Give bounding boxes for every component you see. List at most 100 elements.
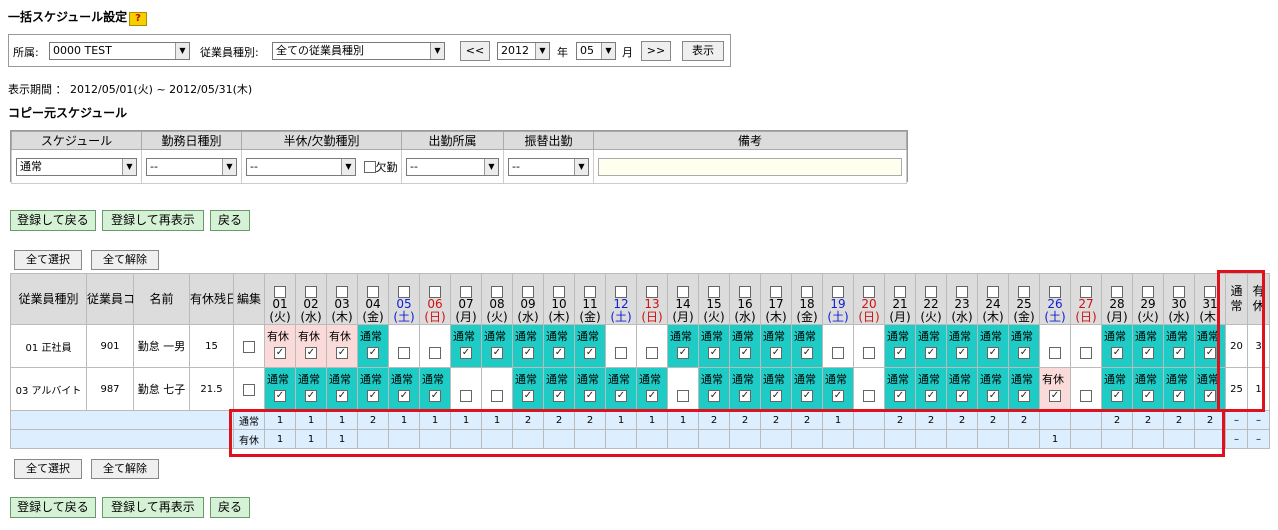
day-select-checkbox[interactable] <box>739 285 751 298</box>
schedule-checkbox[interactable] <box>863 347 875 359</box>
absent-checkbox[interactable] <box>363 160 376 173</box>
day-select-checkbox[interactable] <box>398 285 410 298</box>
back-button-bottom[interactable]: 戻る <box>210 497 250 518</box>
day-select-checkbox[interactable] <box>646 285 658 298</box>
schedule-cell[interactable]: 通常 ✓ <box>946 367 978 411</box>
day-select-checkbox[interactable] <box>553 285 565 298</box>
schedule-checkbox[interactable]: ✓ <box>894 347 906 359</box>
schedule-cell[interactable]: 通常 ✓ <box>822 367 854 411</box>
schedule-cell[interactable]: 通常 ✓ <box>915 367 947 411</box>
schedule-cell[interactable] <box>1070 367 1102 411</box>
month-select[interactable]: 05 ▼ <box>576 42 616 60</box>
schedule-cell[interactable]: 有休 ✓ <box>326 324 358 368</box>
day-select-checkbox[interactable] <box>956 285 968 298</box>
schedule-checkbox[interactable] <box>615 347 627 359</box>
day-select-checkbox[interactable] <box>1142 285 1154 298</box>
day-select-checkbox[interactable] <box>491 285 503 298</box>
schedule-cell[interactable]: 通常 ✓ <box>543 324 575 368</box>
schedule-checkbox[interactable]: ✓ <box>739 347 751 359</box>
schedule-checkbox[interactable]: ✓ <box>987 390 999 402</box>
day-select-checkbox[interactable] <box>336 285 348 298</box>
schedule-cell[interactable]: 通常 ✓ <box>1101 324 1133 368</box>
deselect-all-button-bottom[interactable]: 全て解除 <box>91 459 159 479</box>
schedule-checkbox[interactable]: ✓ <box>708 347 720 359</box>
employee-type-select[interactable]: 全ての従業員種別 ▼ <box>272 42 445 60</box>
schedule-checkbox[interactable] <box>429 347 441 359</box>
schedule-cell[interactable] <box>1039 324 1071 368</box>
schedule-checkbox[interactable]: ✓ <box>894 390 906 402</box>
day-select-checkbox[interactable] <box>677 285 689 298</box>
schedule-checkbox[interactable]: ✓ <box>677 347 689 359</box>
schedule-checkbox[interactable]: ✓ <box>646 390 658 402</box>
schedule-cell[interactable]: 有休 ✓ <box>264 324 296 368</box>
schedule-checkbox[interactable] <box>646 347 658 359</box>
schedule-checkbox[interactable]: ✓ <box>336 390 348 402</box>
schedule-cell[interactable]: 通常 ✓ <box>264 367 296 411</box>
schedule-cell[interactable]: 通常 ✓ <box>636 367 668 411</box>
schedule-cell[interactable]: 通常 ✓ <box>698 324 730 368</box>
day-select-checkbox[interactable] <box>1049 285 1061 298</box>
schedule-checkbox[interactable] <box>1049 347 1061 359</box>
schedule-cell[interactable] <box>1070 324 1102 368</box>
schedule-checkbox[interactable]: ✓ <box>987 347 999 359</box>
day-select-checkbox[interactable] <box>832 285 844 298</box>
schedule-cell[interactable]: 通常 ✓ <box>543 367 575 411</box>
schedule-cell[interactable]: 通常 ✓ <box>760 324 792 368</box>
day-select-checkbox[interactable] <box>987 285 999 298</box>
schedule-checkbox[interactable]: ✓ <box>305 347 317 359</box>
schedule-cell[interactable] <box>853 324 885 368</box>
schedule-cell[interactable] <box>636 324 668 368</box>
schedule-cell[interactable]: 通常 ✓ <box>574 367 606 411</box>
schedule-checkbox[interactable]: ✓ <box>1018 390 1030 402</box>
schedule-cell[interactable]: 通常 ✓ <box>481 324 513 368</box>
schedule-checkbox[interactable]: ✓ <box>1018 347 1030 359</box>
show-button[interactable]: 表示 <box>682 41 724 61</box>
day-select-checkbox[interactable] <box>615 285 627 298</box>
schedule-cell[interactable]: 通常 ✓ <box>450 324 482 368</box>
dept-select[interactable]: 0000 TEST ▼ <box>49 42 190 60</box>
schedule-checkbox[interactable]: ✓ <box>522 347 534 359</box>
schedule-checkbox[interactable]: ✓ <box>274 390 286 402</box>
schedule-cell[interactable]: 通常 ✓ <box>884 367 916 411</box>
transfer-select[interactable]: -- ▼ <box>508 157 589 176</box>
schedule-checkbox[interactable]: ✓ <box>584 390 596 402</box>
schedule-cell[interactable]: 通常 ✓ <box>1163 367 1195 411</box>
edit-checkbox[interactable] <box>243 340 255 353</box>
schedule-cell[interactable] <box>853 367 885 411</box>
schedule-cell[interactable]: 通常 ✓ <box>977 324 1009 368</box>
day-select-checkbox[interactable] <box>894 285 906 298</box>
deselect-all-button[interactable]: 全て解除 <box>91 250 159 270</box>
day-select-checkbox[interactable] <box>367 285 379 298</box>
schedule-checkbox[interactable] <box>460 390 472 402</box>
schedule-cell[interactable]: 通常 ✓ <box>388 367 420 411</box>
schedule-cell[interactable]: 有休 ✓ <box>1039 367 1071 411</box>
day-select-checkbox[interactable] <box>584 285 596 298</box>
day-select-checkbox[interactable] <box>1173 285 1185 298</box>
day-select-checkbox[interactable] <box>460 285 472 298</box>
schedule-checkbox[interactable] <box>1080 390 1092 402</box>
schedule-checkbox[interactable] <box>863 390 875 402</box>
schedule-checkbox[interactable]: ✓ <box>1173 390 1185 402</box>
day-select-checkbox[interactable] <box>801 285 813 298</box>
schedule-checkbox[interactable]: ✓ <box>553 347 565 359</box>
schedule-cell[interactable]: 通常 ✓ <box>1008 367 1040 411</box>
save-reload-button-bottom[interactable]: 登録して再表示 <box>102 497 204 518</box>
schedule-checkbox[interactable]: ✓ <box>708 390 720 402</box>
schedule-cell[interactable]: 通常 ✓ <box>698 367 730 411</box>
select-all-button[interactable]: 全て選択 <box>14 250 82 270</box>
schedule-cell[interactable]: 通常 ✓ <box>295 367 327 411</box>
schedule-cell[interactable]: 通常 ✓ <box>729 324 761 368</box>
schedule-checkbox[interactable]: ✓ <box>770 390 782 402</box>
schedule-checkbox[interactable] <box>1080 347 1092 359</box>
save-back-button[interactable]: 登録して戻る <box>10 210 96 231</box>
schedule-cell[interactable]: 通常 ✓ <box>791 367 823 411</box>
next-month-button[interactable]: >> <box>641 41 671 61</box>
schedule-cell[interactable]: 通常 ✓ <box>1132 367 1164 411</box>
day-select-checkbox[interactable] <box>1204 285 1216 298</box>
schedule-cell[interactable]: 通常 ✓ <box>419 367 451 411</box>
schedule-checkbox[interactable]: ✓ <box>274 347 286 359</box>
schedule-cell[interactable]: 通常 ✓ <box>884 324 916 368</box>
schedule-checkbox[interactable] <box>677 390 689 402</box>
day-select-checkbox[interactable] <box>429 285 441 298</box>
schedule-checkbox[interactable] <box>398 347 410 359</box>
